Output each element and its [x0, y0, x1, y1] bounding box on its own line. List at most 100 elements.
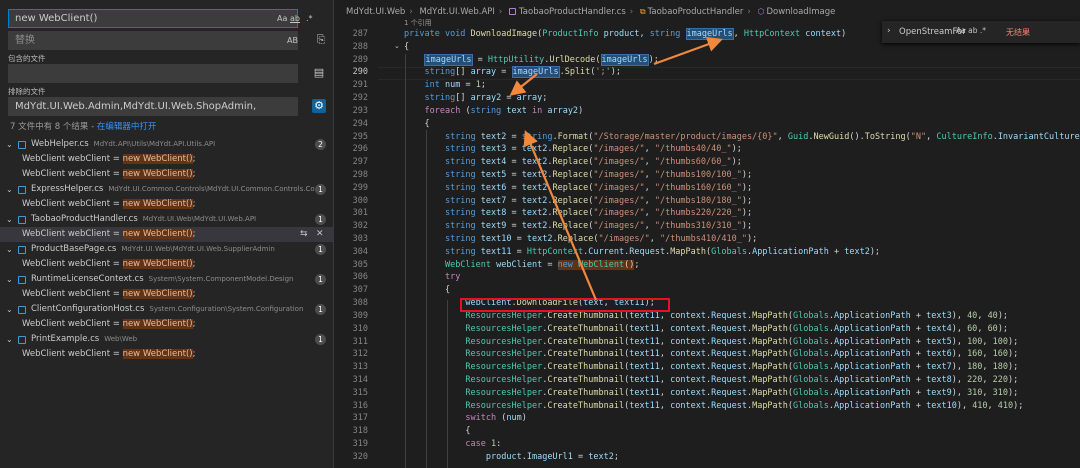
code-line[interactable]: string text11 = HttpContext.Current.Requ…: [404, 246, 1080, 259]
breadcrumb-namespace[interactable]: MdYdt.UI.Web.API: [419, 7, 494, 17]
result-file-row[interactable]: ⌄ WebHelper.cs MdYdt.API\Utils\MdYdt.API.U…: [0, 137, 334, 152]
code-token: string: [424, 93, 456, 104]
code-line[interactable]: foreach (string text in array2): [404, 105, 1080, 118]
code-line[interactable]: string text3 = text2.Replace("/images/",…: [404, 143, 1080, 156]
code-line[interactable]: string text9 = text2.Replace("/images/",…: [404, 220, 1080, 233]
code-line[interactable]: imageUrls = HttpUtility.UrlDecode(imageU…: [404, 53, 1080, 67]
line-number: 312: [352, 349, 368, 360]
code-line[interactable]: {: [404, 425, 1080, 438]
result-file-row[interactable]: ⌄ PrintExample.cs Web\Web 1: [0, 332, 334, 347]
find-options[interactable]: Aa ab .*: [956, 26, 986, 35]
code-token: "/thumbs100/100_": [654, 169, 742, 180]
code-token: ResourcesHelper: [465, 374, 543, 385]
settings-exclude-icon[interactable]: ⚙: [312, 99, 326, 113]
code-line[interactable]: string text4 = text2.Replace("/images/",…: [404, 156, 1080, 169]
code-line[interactable]: WebClient webClient = new WebClient();: [404, 259, 1080, 272]
code-line[interactable]: string text5 = text2.Replace("/images/",…: [404, 169, 1080, 182]
breadcrumb-class[interactable]: TaobaoProductHandler: [648, 7, 744, 17]
codelens-references[interactable]: 1 个引用: [404, 18, 432, 28]
code-line[interactable]: string text7 = text2.Replace("/images/",…: [404, 195, 1080, 208]
code-line[interactable]: ResourcesHelper.CreateThumbnail(text11, …: [404, 323, 1080, 336]
code-line[interactable]: product.ImageUrl1 = text2;: [404, 451, 1080, 464]
result-file-path: System\System.ComponentModel.Design: [148, 275, 294, 283]
result-file-row[interactable]: ⌄ RuntimeLicenseContext.cs System\System.C…: [0, 272, 334, 287]
breadcrumb-file[interactable]: TaobaoProductHandler.cs: [519, 7, 626, 17]
code-token: context: [670, 362, 706, 373]
dismiss-icon[interactable]: ✕: [316, 227, 324, 242]
chevron-down-icon[interactable]: ⌄: [6, 302, 13, 317]
code-token: Globals: [793, 349, 829, 360]
chevron-down-icon[interactable]: ⌄: [6, 332, 13, 347]
class-icon: ⧉: [639, 7, 646, 16]
match-case-toggle[interactable]: Aa: [277, 10, 287, 27]
result-match-row[interactable]: WebClient webClient = new WebClient();: [0, 197, 334, 212]
replace-icon[interactable]: ⇆: [300, 227, 308, 242]
code-token: num: [444, 80, 461, 91]
find-input[interactable]: OpenStreamFor: [896, 24, 1007, 40]
code-line[interactable]: {: [404, 284, 1080, 297]
result-file-row[interactable]: ⌄ ClientConfigurationHost.cs System.Config…: [0, 302, 334, 317]
code-line[interactable]: string text2 = string.Format("/Storage/m…: [404, 131, 1080, 144]
code-line[interactable]: case 1:: [404, 438, 1080, 451]
line-number: 297: [352, 157, 368, 168]
code-line[interactable]: ResourcesHelper.CreateThumbnail(text11, …: [404, 361, 1080, 374]
code-line[interactable]: ResourcesHelper.CreateThumbnail(text11, …: [404, 400, 1080, 413]
exclude-input[interactable]: MdYdt.UI.Web.Admin,MdYdt.UI.Web.ShopAdmi…: [8, 97, 298, 116]
open-in-editor-link[interactable]: 在编辑器中打开: [97, 122, 157, 132]
code-token: (): [624, 259, 635, 270]
chevron-down-icon[interactable]: ⌄: [6, 242, 13, 257]
breadcrumb-project[interactable]: MdYdt.UI.Web: [346, 7, 405, 17]
result-match-row[interactable]: WebClient webClient = new WebClient();: [0, 287, 334, 302]
code-line[interactable]: switch (num): [404, 412, 1080, 425]
result-match-row[interactable]: WebClient webClient = new WebClient();: [0, 317, 334, 332]
include-input[interactable]: [8, 64, 298, 83]
book-icon[interactable]: ▤: [312, 66, 326, 80]
regex-toggle[interactable]: .*: [306, 10, 313, 27]
replace-input[interactable]: 替换 AB: [8, 31, 298, 50]
result-match-row[interactable]: WebClient webClient = new WebClient();: [0, 257, 334, 272]
code-line[interactable]: ResourcesHelper.CreateThumbnail(text11, …: [404, 387, 1080, 400]
result-match-row[interactable]: WebClient webClient = new WebClient();: [0, 152, 334, 167]
code-line[interactable]: {: [404, 118, 1080, 131]
replace-placeholder: 替换: [15, 35, 35, 46]
code-line[interactable]: string text8 = text2.Replace("/images/",…: [404, 207, 1080, 220]
code-token: text11: [629, 400, 660, 411]
code-line[interactable]: string[] array2 = array;: [404, 92, 1080, 105]
chevron-down-icon[interactable]: ⌄: [6, 182, 13, 197]
toggle-replace-icon[interactable]: ›: [887, 26, 891, 36]
result-match-row[interactable]: WebClient webClient = new WebClient();: [0, 167, 334, 182]
fold-chevron-icon[interactable]: ⌄: [394, 42, 400, 50]
result-match-row[interactable]: WebClient webClient = new WebClient(); ⇆ ✕: [0, 227, 334, 242]
result-file-row[interactable]: ⌄ TaobaoProductHandler.cs MdYdt.UI.Web\MdY…: [0, 212, 334, 227]
result-count-badge: 1: [315, 214, 326, 225]
code-token: ): [578, 105, 584, 116]
code-line[interactable]: try: [404, 271, 1080, 284]
breadcrumb-method[interactable]: DownloadImage: [766, 7, 835, 17]
code-line[interactable]: ResourcesHelper.CreateThumbnail(text11, …: [404, 336, 1080, 349]
code-token: ,: [659, 387, 671, 398]
code-line[interactable]: string text6 = text2.Replace("/images/",…: [404, 182, 1080, 195]
code-token: DownloadImage: [470, 29, 538, 39]
chevron-down-icon[interactable]: ⌄: [6, 272, 13, 287]
replace-all-icon[interactable]: ⎘: [314, 33, 328, 47]
result-file-row[interactable]: ⌄ ProductBasePage.cs MdYdt.UI.Web\MdYdt.UI…: [0, 242, 334, 257]
code-line[interactable]: ResourcesHelper.CreateThumbnail(text11, …: [404, 348, 1080, 361]
code-token: ResourcesHelper: [465, 349, 543, 360]
code-editor[interactable]: MdYdt.UI.Web › MdYdt.UI.Web.API › TaobaoPr…: [334, 0, 1080, 468]
chevron-down-icon[interactable]: ⌄: [6, 137, 13, 152]
code-line[interactable]: int num = 1;: [404, 79, 1080, 92]
code-line[interactable]: string[] array = imageUrls.Split(';');: [404, 66, 1080, 79]
code-token: "/images/": [593, 157, 645, 168]
search-input[interactable]: new WebClient() Aa ab: [8, 9, 300, 28]
result-match-row[interactable]: WebClient webClient = new WebClient();: [0, 347, 334, 362]
code-line[interactable]: ResourcesHelper.CreateThumbnail(text11, …: [404, 374, 1080, 387]
preserve-case-toggle[interactable]: AB: [287, 32, 298, 49]
match-word-toggle[interactable]: ab: [290, 10, 300, 27]
code-token: imageUrls: [511, 66, 560, 79]
code-token: 180: [967, 362, 983, 373]
code-line[interactable]: string text10 = text2.Replace("/images/"…: [404, 233, 1080, 246]
result-file-row[interactable]: ⌄ ExpressHelper.cs MdYdt.UI.Common.Control…: [0, 182, 334, 197]
chevron-down-icon[interactable]: ⌄: [6, 212, 13, 227]
code-token: string: [444, 144, 481, 155]
